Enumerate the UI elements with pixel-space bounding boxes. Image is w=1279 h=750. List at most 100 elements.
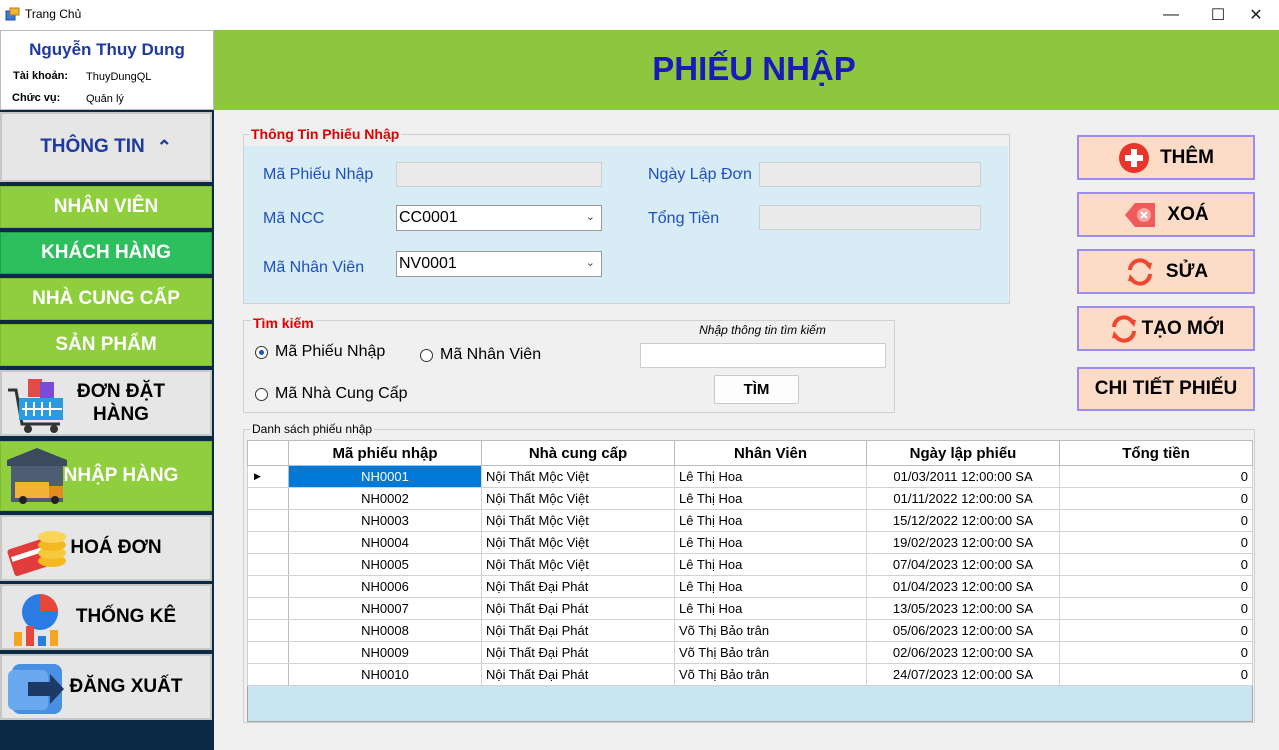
cell-total[interactable]: 0 — [1059, 663, 1253, 686]
cell-date[interactable]: 01/11/2022 12:00:00 SA — [866, 487, 1060, 510]
cell-supplier[interactable]: Nội Thất Mộc Việt — [481, 487, 675, 510]
cell-supplier[interactable]: Nội Thất Mộc Việt — [481, 553, 675, 576]
menu-suppliers[interactable]: NHÀ CUNG CẤP — [0, 278, 212, 320]
table-row[interactable]: NH0007 Nội Thất Đại Phát Lê Thị Hoa 13/05/2… — [247, 597, 1253, 620]
cell-total[interactable]: 0 — [1059, 575, 1253, 598]
cell-date[interactable]: 13/05/2023 12:00:00 SA — [866, 597, 1060, 620]
cell-staff[interactable]: Lê Thị Hoa — [674, 465, 867, 488]
table-row[interactable]: ▶ NH0001 Nội Thất Mộc Việt Lê Thị Hoa 01/03/… — [247, 465, 1253, 488]
table-row[interactable]: NH0004 Nội Thất Mộc Việt Lê Thị Hoa 19/02/2… — [247, 531, 1253, 554]
total-field[interactable] — [759, 205, 981, 230]
column-header[interactable]: Tổng tiền — [1059, 440, 1253, 466]
cell-receipt-id[interactable]: NH0006 — [288, 575, 482, 598]
column-header[interactable]: Mã phiếu nhập — [288, 440, 482, 466]
cell-date[interactable]: 05/06/2023 12:00:00 SA — [866, 619, 1060, 642]
table-row[interactable]: NH0006 Nội Thất Đại Phát Lê Thị Hoa 01/04/2… — [247, 575, 1253, 598]
cell-total[interactable]: 0 — [1059, 509, 1253, 532]
cell-date[interactable]: 15/12/2022 12:00:00 SA — [866, 509, 1060, 532]
cell-receipt-id[interactable]: NH0010 — [288, 663, 482, 686]
detail-button[interactable]: CHI TIẾT PHIẾU — [1077, 367, 1255, 411]
cell-supplier[interactable]: Nội Thất Đại Phát — [481, 641, 675, 664]
row-header[interactable] — [247, 641, 289, 664]
cell-staff[interactable]: Lê Thị Hoa — [674, 509, 867, 532]
cell-staff[interactable]: Lê Thị Hoa — [674, 597, 867, 620]
cell-date[interactable]: 01/04/2023 12:00:00 SA — [866, 575, 1060, 598]
menu-products[interactable]: SẢN PHẨM — [0, 324, 212, 366]
row-header[interactable] — [247, 553, 289, 576]
table-row[interactable]: NH0010 Nội Thất Đại Phát Võ Thị Bảo trân 24… — [247, 663, 1253, 686]
cell-date[interactable]: 24/07/2023 12:00:00 SA — [866, 663, 1060, 686]
cell-total[interactable]: 0 — [1059, 553, 1253, 576]
receipt-id-field[interactable] — [396, 162, 602, 187]
menu-info[interactable]: THÔNG TIN ⌃ — [0, 112, 212, 182]
cell-date[interactable]: 19/02/2023 12:00:00 SA — [866, 531, 1060, 554]
row-header[interactable] — [247, 619, 289, 642]
cell-staff[interactable]: Lê Thị Hoa — [674, 575, 867, 598]
cell-receipt-id[interactable]: NH0005 — [288, 553, 482, 576]
search-button[interactable]: TÌM — [714, 375, 799, 404]
cell-date[interactable]: 02/06/2023 12:00:00 SA — [866, 641, 1060, 664]
cell-total[interactable]: 0 — [1059, 531, 1253, 554]
row-header[interactable] — [247, 509, 289, 532]
radio-supplier-id[interactable]: Mã Nhà Cung Cấp — [255, 385, 408, 403]
row-header[interactable] — [247, 597, 289, 620]
cell-receipt-id[interactable]: NH0002 — [288, 487, 482, 510]
cell-total[interactable]: 0 — [1059, 619, 1253, 642]
cell-staff[interactable]: Võ Thị Bảo trân — [674, 619, 867, 642]
supplier-id-select[interactable]: CC0001 ⌄ — [396, 205, 602, 231]
menu-logout[interactable]: ĐĂNG XUẤT — [0, 654, 212, 720]
cell-date[interactable]: 01/03/2011 12:00:00 SA — [866, 465, 1060, 488]
cell-receipt-id[interactable]: NH0008 — [288, 619, 482, 642]
cell-receipt-id[interactable]: NH0007 — [288, 597, 482, 620]
cell-supplier[interactable]: Nội Thất Đại Phát — [481, 597, 675, 620]
radio-receipt-id[interactable]: Mã Phiếu Nhập — [255, 343, 385, 361]
row-header[interactable] — [247, 531, 289, 554]
delete-button[interactable]: XOÁ — [1077, 192, 1255, 237]
cell-supplier[interactable]: Nội Thất Mộc Việt — [481, 531, 675, 554]
cell-staff[interactable]: Lê Thị Hoa — [674, 531, 867, 554]
cell-staff[interactable]: Lê Thị Hoa — [674, 487, 867, 510]
cell-staff[interactable]: Võ Thị Bảo trân — [674, 663, 867, 686]
column-header[interactable]: Nhân Viên — [674, 440, 867, 466]
column-header[interactable]: Nhà cung cấp — [481, 440, 675, 466]
cell-total[interactable]: 0 — [1059, 465, 1253, 488]
table-row[interactable]: NH0008 Nội Thất Đại Phát Võ Thị Bảo trân 05… — [247, 619, 1253, 642]
table-row[interactable]: NH0002 Nội Thất Mộc Việt Lê Thị Hoa 01/11/2… — [247, 487, 1253, 510]
table-row[interactable]: NH0003 Nội Thất Mộc Việt Lê Thị Hoa 15/12/2… — [247, 509, 1253, 532]
cell-supplier[interactable]: Nội Thất Đại Phát — [481, 619, 675, 642]
date-field[interactable] — [759, 162, 981, 187]
table-row[interactable]: NH0005 Nội Thất Mộc Việt Lê Thị Hoa 07/04/2… — [247, 553, 1253, 576]
menu-stats[interactable]: THỐNG KÊ — [0, 584, 212, 650]
search-input[interactable] — [640, 343, 886, 368]
column-header[interactable]: Ngày lập phiếu — [866, 440, 1060, 466]
cell-total[interactable]: 0 — [1059, 487, 1253, 510]
cell-receipt-id[interactable]: NH0001 — [288, 465, 482, 488]
radio-staff-id[interactable]: Mã Nhân Viên — [420, 346, 541, 364]
add-button[interactable]: THÊM — [1077, 135, 1255, 180]
cell-total[interactable]: 0 — [1059, 597, 1253, 620]
menu-customers[interactable]: KHÁCH HÀNG — [0, 232, 212, 274]
current-row-arrow-icon[interactable]: ▶ — [247, 465, 289, 488]
cell-supplier[interactable]: Nội Thất Mộc Việt — [481, 509, 675, 532]
table-row[interactable]: NH0009 Nội Thất Đại Phát Võ Thị Bảo trân 02… — [247, 641, 1253, 664]
cell-supplier[interactable]: Nội Thất Đại Phát — [481, 663, 675, 686]
cell-date[interactable]: 07/04/2023 12:00:00 SA — [866, 553, 1060, 576]
staff-id-select[interactable]: NV0001 ⌄ — [396, 251, 602, 277]
row-header[interactable] — [247, 575, 289, 598]
cell-receipt-id[interactable]: NH0009 — [288, 641, 482, 664]
cell-staff[interactable]: Lê Thị Hoa — [674, 553, 867, 576]
cell-supplier[interactable]: Nội Thất Đại Phát — [481, 575, 675, 598]
edit-button[interactable]: SỬA — [1077, 249, 1255, 294]
menu-invoices[interactable]: HOÁ ĐƠN — [0, 515, 212, 581]
cell-staff[interactable]: Võ Thị Bảo trân — [674, 641, 867, 664]
new-button[interactable]: TẠO MỚI — [1077, 306, 1255, 351]
menu-orders[interactable]: ĐƠN ĐẶT HÀNG — [0, 370, 212, 436]
row-header[interactable] — [247, 663, 289, 686]
menu-imports[interactable]: NHẬP HÀNG — [0, 441, 212, 511]
close-icon[interactable]: ✕ — [1233, 0, 1279, 30]
cell-receipt-id[interactable]: NH0003 — [288, 509, 482, 532]
row-header[interactable] — [247, 487, 289, 510]
cell-supplier[interactable]: Nội Thất Mộc Việt — [481, 465, 675, 488]
menu-staff[interactable]: NHÂN VIÊN — [0, 186, 212, 228]
minimize-icon[interactable]: — — [1148, 0, 1194, 30]
